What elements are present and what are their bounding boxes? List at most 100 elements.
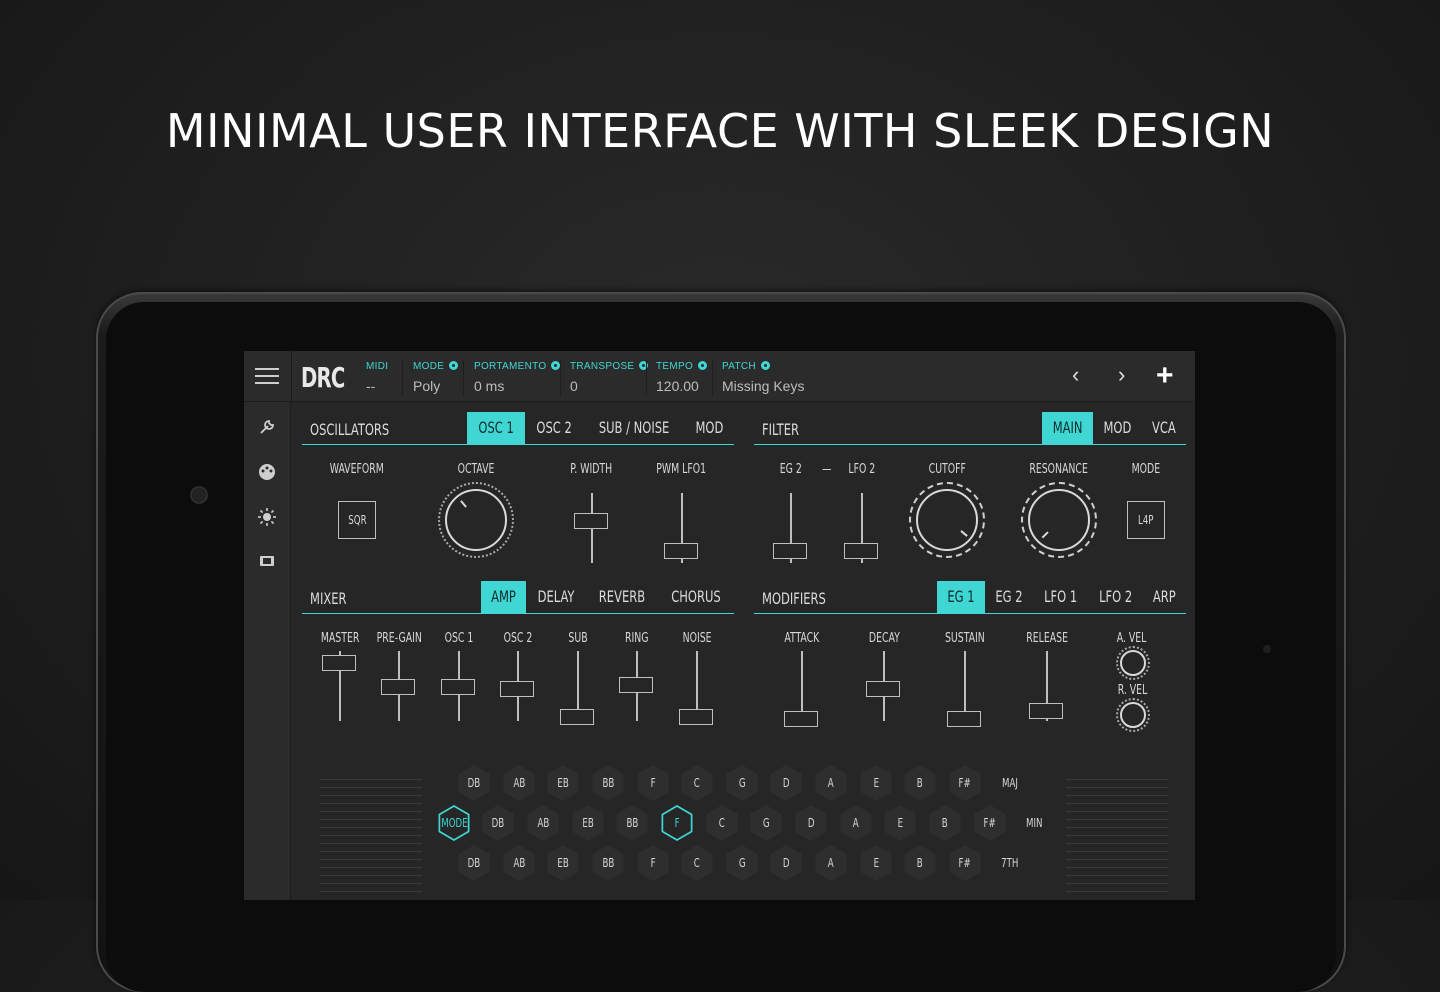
patch-param[interactable]: PATCH Missing Keys [722, 361, 804, 394]
sidebar [244, 402, 291, 900]
key-row2-e[interactable]: E [882, 805, 918, 841]
release-fader[interactable] [1027, 651, 1067, 721]
key-row2-bb[interactable]: BB [614, 805, 650, 841]
key-row1-b[interactable]: B [902, 765, 938, 801]
tab-mod[interactable]: MOD [685, 412, 734, 444]
key-row1-d[interactable]: D [768, 765, 804, 801]
a-vel-knob[interactable] [1116, 646, 1150, 680]
key-row3-a[interactable]: A [813, 845, 849, 881]
key-row3-e[interactable]: E [858, 845, 894, 881]
octave-label: OCTAVE [457, 462, 495, 477]
gear-icon[interactable] [698, 361, 708, 370]
mixer-osc1-fader[interactable] [439, 651, 479, 721]
transpose-param[interactable]: TRANSPOSE 0 [570, 361, 649, 394]
chord-type-maj[interactable]: MAJ [992, 765, 1028, 801]
mixer-ring-fader[interactable] [617, 651, 657, 721]
tab-eg1[interactable]: EG 1 [936, 581, 985, 613]
add-patch-icon[interactable]: + [1156, 361, 1174, 391]
key-row3-f[interactable]: F [635, 845, 671, 881]
key-row2-db[interactable]: DB [480, 805, 516, 841]
gear-icon[interactable] [449, 361, 459, 370]
headline: MINIMAL USER INTERFACE WITH SLEEK DESIGN [165, 104, 1275, 158]
tab-lfo1[interactable]: LFO 1 [1033, 581, 1088, 613]
portamento-param[interactable]: PORTAMENTO 0 ms [474, 361, 561, 394]
mixer-osc2-fader[interactable] [498, 651, 538, 721]
filter-mode-button[interactable]: L4P [1127, 501, 1165, 539]
key-row1-db[interactable]: DB [456, 765, 492, 801]
pwm-lfo1-label: PWM LFO1 [656, 462, 706, 477]
tab-filter-mod[interactable]: MOD [1093, 412, 1142, 444]
key-row2-d[interactable]: D [793, 805, 829, 841]
attack-fader[interactable] [782, 651, 822, 727]
pwm-lfo1-fader[interactable] [662, 493, 702, 563]
mode-button[interactable]: MODE [436, 805, 472, 841]
lfo2-fader[interactable] [842, 493, 882, 563]
midi-param[interactable]: MIDI -- [366, 361, 388, 394]
key-row1-ab[interactable]: AB [501, 765, 537, 801]
mixer-master-fader[interactable] [320, 651, 360, 721]
mode-param[interactable]: MODE Poly [413, 361, 459, 394]
key-row1-eb[interactable]: EB [545, 765, 581, 801]
prev-patch-icon[interactable]: ‹ [1072, 364, 1079, 386]
key-row2-fsharp[interactable]: F# [972, 805, 1008, 841]
chord-type-7th[interactable]: 7TH [992, 845, 1028, 881]
octave-knob[interactable] [438, 482, 514, 558]
key-row3-eb[interactable]: EB [545, 845, 581, 881]
key-row3-db[interactable]: DB [456, 845, 492, 881]
key-row3-fsharp[interactable]: F# [947, 845, 983, 881]
tab-eg2[interactable]: EG 2 [985, 581, 1033, 613]
key-row3-ab[interactable]: AB [501, 845, 537, 881]
key-row2-c[interactable]: C [704, 805, 740, 841]
tab-osc1[interactable]: OSC 1 [466, 412, 525, 444]
film-icon[interactable] [257, 552, 277, 572]
palette-icon[interactable] [257, 463, 277, 483]
tab-amp[interactable]: AMP [481, 581, 527, 613]
pwidth-fader[interactable] [572, 493, 612, 563]
key-row2-b[interactable]: B [927, 805, 963, 841]
tab-main[interactable]: MAIN [1042, 412, 1094, 444]
key-row1-c[interactable]: C [679, 765, 715, 801]
brightness-icon[interactable] [257, 508, 277, 528]
key-row2-eb[interactable]: EB [570, 805, 606, 841]
tab-delay[interactable]: DELAY [526, 581, 586, 613]
key-row2-g[interactable]: G [748, 805, 784, 841]
resonance-knob[interactable] [1021, 482, 1097, 558]
hamburger-menu-icon[interactable] [255, 368, 279, 384]
tab-sub-noise[interactable]: SUB / NOISE [583, 412, 685, 444]
tab-lfo2[interactable]: LFO 2 [1088, 581, 1143, 613]
tab-chorus[interactable]: CHORUS [658, 581, 734, 613]
waveform-button[interactable]: SQR [338, 501, 376, 539]
key-row2-ab[interactable]: AB [525, 805, 561, 841]
key-row3-bb[interactable]: BB [590, 845, 626, 881]
cutoff-knob[interactable] [909, 482, 985, 558]
key-row1-g[interactable]: G [724, 765, 760, 801]
eg2-fader[interactable] [771, 493, 811, 563]
key-row1-fsharp[interactable]: F# [947, 765, 983, 801]
key-row3-b[interactable]: B [902, 845, 938, 881]
key-row3-d[interactable]: D [768, 845, 804, 881]
tab-vca[interactable]: VCA [1142, 412, 1186, 444]
key-row1-f[interactable]: F [635, 765, 671, 801]
mixer-pregain-fader[interactable] [379, 651, 419, 721]
key-row1-bb[interactable]: BB [590, 765, 626, 801]
key-row1-a[interactable]: A [813, 765, 849, 801]
tab-reverb[interactable]: REVERB [586, 581, 658, 613]
mixer-noise-fader[interactable] [677, 651, 717, 725]
key-row1-e[interactable]: E [858, 765, 894, 801]
decay-fader[interactable] [864, 651, 904, 721]
key-row3-c[interactable]: C [679, 845, 715, 881]
sustain-fader[interactable] [945, 651, 985, 727]
gear-icon[interactable] [639, 361, 649, 370]
gear-icon[interactable] [760, 361, 770, 370]
tab-arp[interactable]: ARP [1143, 581, 1186, 613]
chord-type-min[interactable]: MIN [1016, 805, 1052, 841]
wrench-icon[interactable] [257, 418, 277, 438]
r-vel-knob[interactable] [1116, 698, 1150, 732]
key-row3-g[interactable]: G [724, 845, 760, 881]
mixer-sub-fader[interactable] [558, 651, 598, 725]
next-patch-icon[interactable]: › [1118, 364, 1125, 386]
key-row2-a[interactable]: A [838, 805, 874, 841]
key-row2-f-selected[interactable]: F [659, 805, 695, 841]
tab-osc2[interactable]: OSC 2 [525, 412, 583, 444]
tempo-param[interactable]: TEMPO 120.00 [656, 361, 708, 394]
